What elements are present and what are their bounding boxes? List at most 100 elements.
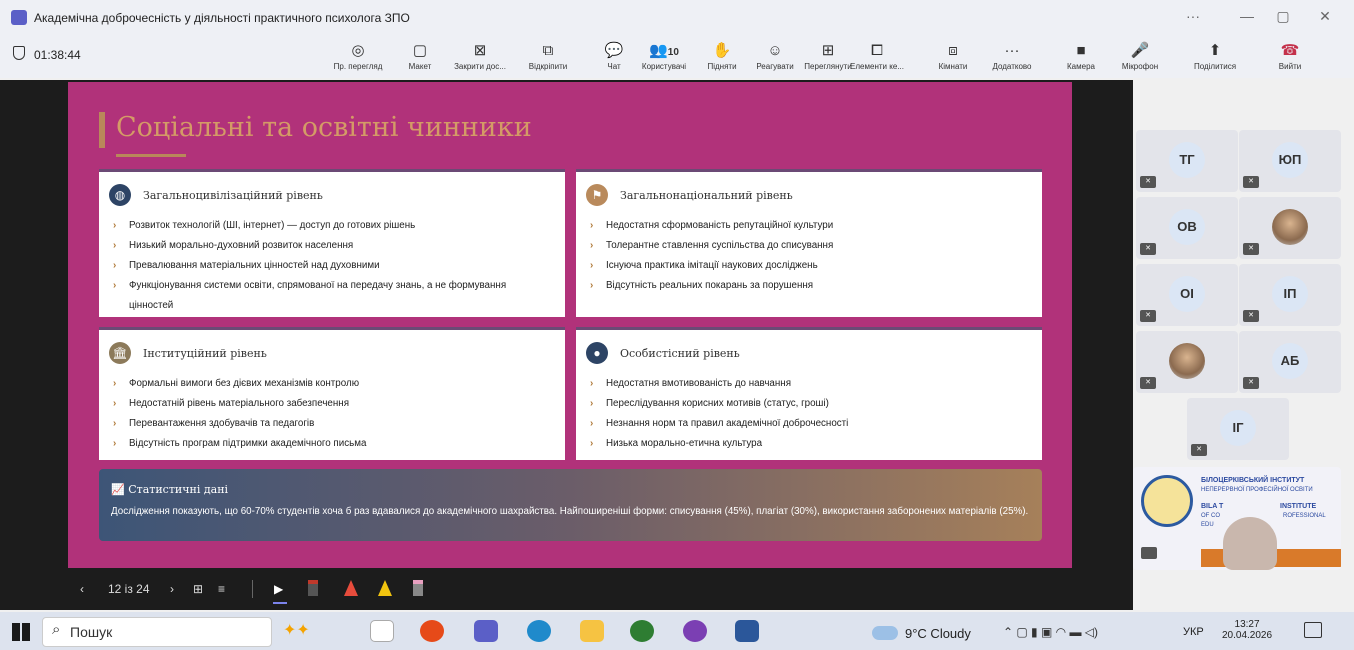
list-item-text: Низький морально-духовний розвиток насел… [129, 240, 354, 251]
globe-icon: ◍ [109, 184, 131, 206]
file-explorer-icon[interactable] [580, 620, 604, 642]
card-title: Інституційний рівень [143, 347, 267, 360]
list-item-text: Відсутність реальних покарань за порушен… [606, 280, 814, 291]
chevron-right-icon: › [113, 398, 117, 409]
video-tile-participant[interactable]: ЮП ✕ [1239, 130, 1341, 192]
list-item: › Перевантаження здобувачів та педагогів [113, 414, 551, 434]
word-app-icon[interactable] [735, 620, 759, 642]
minimize-button[interactable]: — [1232, 8, 1262, 24]
chart-line-icon: 📈 [111, 483, 125, 496]
more-icon: ··· [1004, 42, 1020, 59]
mic-muted-icon: ✕ [1140, 176, 1156, 188]
windows-start-icon[interactable] [12, 623, 30, 641]
settings-sliders-icon[interactable]: ≡ [218, 582, 225, 596]
marker-tool-icon[interactable] [344, 580, 358, 596]
title-underline [116, 154, 186, 157]
mic-button[interactable]: 🎤 Мікрофон [1100, 38, 1180, 78]
card-personal: ● Особистісний рівень › Недостатня вмотив… [576, 327, 1042, 460]
viber-app-icon[interactable] [683, 620, 707, 642]
highlighter-tool-icon[interactable] [378, 580, 392, 596]
mic-muted-icon: ✕ [1243, 176, 1259, 188]
share-button[interactable]: ⬆ Поділитися [1175, 38, 1255, 78]
chevron-right-icon: › [113, 280, 117, 291]
teams-app-icon[interactable] [474, 620, 498, 642]
chevron-right-icon: › [113, 378, 117, 389]
video-tile-participant[interactable]: ТГ ✕ [1136, 130, 1238, 192]
list-item-text: Превалювання матеріальних цінностей над … [129, 260, 380, 271]
list-item-text: Існуюча практика імітації наукових дослі… [606, 260, 818, 271]
video-tile-participant[interactable]: ✕ [1239, 197, 1341, 259]
edge-app-icon[interactable] [527, 620, 551, 642]
toolbar-label: Додатково [992, 62, 1032, 71]
chevron-right-icon: › [590, 398, 594, 409]
stats-title-text: Статистичні дані [128, 483, 229, 496]
slide-title: Соціальні та освітні чинники [116, 112, 532, 143]
institute-en-3: OF CO [1201, 513, 1220, 519]
chevron-right-icon: › [590, 438, 594, 449]
video-tile-participant[interactable]: АБ ✕ [1239, 331, 1341, 393]
meeting-timer: 01:38:44 [34, 48, 81, 62]
user-icon: ● [586, 342, 608, 364]
leave-button[interactable]: ☎ Вийти [1250, 38, 1330, 78]
clock-date: 20.04.2026 [1222, 630, 1273, 641]
search-placeholder: Пошук [70, 624, 113, 640]
video-tile-participant[interactable]: ОВ ✕ [1136, 197, 1238, 259]
apps-icon: ⧠ [870, 42, 883, 59]
card-list: › Розвиток технологій (ШІ, інтернет) — до… [113, 216, 551, 316]
chrome-profile-icon[interactable] [630, 620, 654, 642]
next-slide-button[interactable]: › [170, 582, 174, 596]
chevron-right-icon: › [590, 260, 594, 271]
toolbar-label: Елементи ке... [850, 62, 904, 71]
avatar: ІП [1272, 276, 1308, 312]
teams-logo-icon [11, 10, 27, 25]
list-item: › Низька морально-етична культура [590, 434, 1028, 454]
notification-icon[interactable] [1304, 622, 1322, 638]
more-options-icon[interactable]: ··· [1178, 8, 1208, 24]
prev-slide-button[interactable]: ‹ [80, 582, 84, 596]
participant-count: 10 [667, 47, 679, 58]
card-institutional: 🏛 Інституційний рівень › Формальні вимоги… [99, 327, 565, 460]
institute-subtitle: НЕПЕРЕРВНОЇ ПРОФЕСІЙНОЇ ОСВІТИ [1201, 487, 1313, 493]
video-tile-participant[interactable]: ІГ ✕ [1187, 398, 1289, 460]
avatar: ОІ [1169, 276, 1205, 312]
stats-panel: 📈 Статистичні дані Дослідження показують… [99, 469, 1042, 541]
shield-icon [13, 46, 25, 60]
mic-muted-icon: ✕ [1243, 243, 1259, 255]
clock-time: 13:27 [1234, 619, 1260, 630]
list-item-text: Відсутність програм підтримки академічно… [129, 438, 367, 449]
weather-text: 9°C Cloudy [905, 626, 971, 641]
list-item-text: Недостатня сформованість репутаційної ку… [606, 220, 834, 231]
toolbar-label: Поділитися [1193, 62, 1237, 71]
list-item-text: Формальні вимоги без дієвих механізмів к… [129, 378, 360, 389]
list-item: › Недостатня сформованість репутаційної к… [590, 216, 1028, 236]
institution-icon: 🏛 [109, 342, 131, 364]
chrome-app-icon[interactable] [420, 620, 444, 642]
video-tile-participant[interactable]: ОІ ✕ [1136, 264, 1238, 326]
restore-button[interactable]: ▢ [1268, 8, 1298, 25]
tray-icons[interactable]: ⌃ ▢ ▮ ▣ ◠ ▬ ◁) [1003, 625, 1098, 639]
chevron-right-icon: › [590, 418, 594, 429]
clock[interactable]: 13:27 20.04.2026 [1222, 619, 1272, 641]
list-item: › Відсутність програм підтримки академічн… [113, 434, 551, 454]
video-tile-participant[interactable]: ✕ [1136, 331, 1238, 393]
pointer-tool-icon[interactable]: ▶ [274, 582, 283, 596]
pen-tool-icon[interactable] [308, 580, 318, 596]
chevron-right-icon: › [590, 240, 594, 251]
language-indicator[interactable]: УКР [1183, 626, 1204, 638]
institute-logo [1141, 475, 1193, 527]
video-tile-presenter[interactable]: БІЛОЦЕРКІВСЬКИЙ ІНСТИТУТ НЕПЕРЕРВНОЇ ПРО… [1133, 467, 1341, 570]
grid-view-icon[interactable]: ⊞ [193, 582, 203, 596]
video-tile-participant[interactable]: ІП ✕ [1239, 264, 1341, 326]
close-window-button[interactable]: ✕ [1310, 8, 1340, 25]
task-view-icon[interactable] [370, 620, 394, 642]
more-button[interactable]: ··· Додатково [972, 38, 1052, 78]
apps-button[interactable]: ⧠ Елементи ке... [837, 38, 917, 78]
eraser-tool-icon[interactable] [413, 580, 423, 596]
leave-icon: ☎ [1280, 42, 1300, 59]
active-tool-underline [273, 602, 287, 604]
sparkle-icon[interactable]: ✦✦ [283, 620, 310, 640]
list-item-text: Незнання норм та правил академічної добр… [606, 418, 849, 429]
mic-icon: 🎤 [1130, 42, 1150, 59]
audio-indicator-icon [1141, 547, 1157, 559]
card-list: › Недостатня сформованість репутаційної к… [590, 216, 1028, 296]
